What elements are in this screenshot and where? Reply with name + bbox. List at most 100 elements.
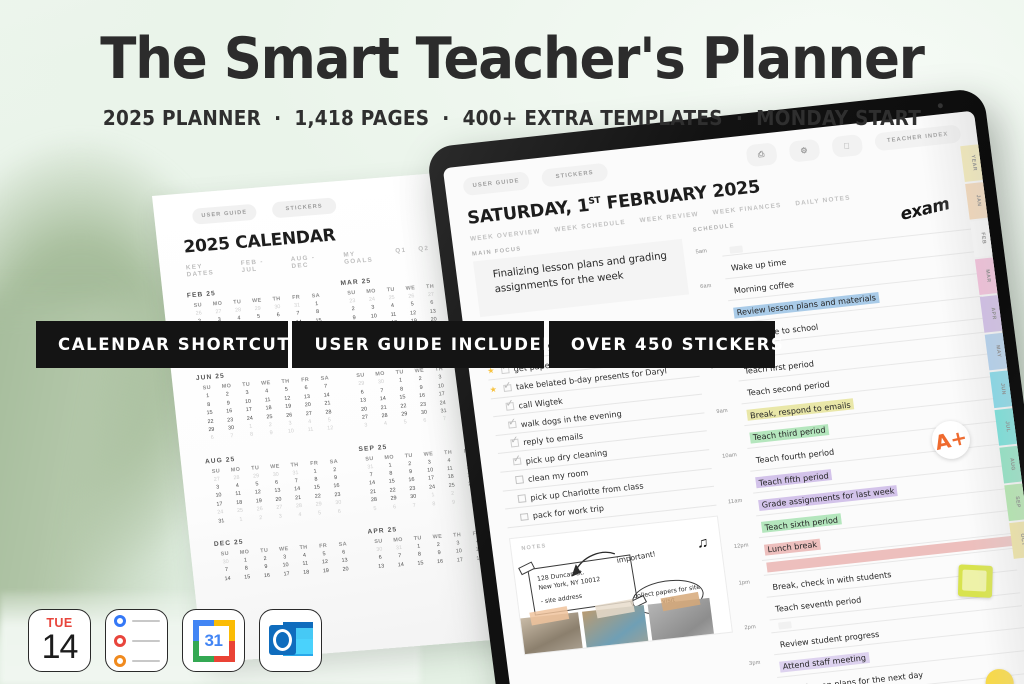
calendar-nav-item-1[interactable]: FEB - JUL (241, 257, 281, 274)
day-cell[interactable]: 2 (251, 514, 271, 522)
day-cell[interactable]: 6 (329, 508, 349, 516)
day-cell[interactable]: 30 (267, 303, 287, 311)
day-cell[interactable]: 30 (328, 499, 348, 507)
day-cell[interactable]: 2 (325, 466, 345, 474)
day-cell[interactable]: 12 (320, 425, 340, 433)
user-guide-button[interactable]: USER GUIDE (191, 203, 258, 225)
day-cell[interactable]: 11 (440, 465, 460, 473)
task-checkbox[interactable] (515, 475, 524, 485)
day-cell[interactable]: 31 (389, 544, 409, 552)
day-cell[interactable]: 7 (434, 416, 454, 424)
day-cell[interactable]: 2 (428, 541, 448, 549)
day-cell[interactable]: 7 (222, 433, 242, 441)
day-cell[interactable]: 20 (354, 405, 374, 413)
day-cell[interactable]: 24 (422, 483, 442, 491)
day-cell[interactable]: 26 (250, 506, 270, 514)
apple-calendar-icon[interactable]: TUE 14 (28, 609, 91, 672)
day-cell[interactable]: 18 (296, 569, 316, 577)
day-cell[interactable]: 22 (200, 418, 220, 426)
day-cell[interactable]: 7 (286, 478, 306, 486)
day-cell[interactable]: 2 (255, 555, 275, 563)
day-cell[interactable]: 5 (276, 386, 296, 394)
day-cell[interactable]: 7 (316, 383, 336, 391)
day-cell[interactable]: 9 (218, 399, 238, 407)
day-cell[interactable]: 8 (242, 431, 262, 439)
day-cell[interactable]: 1 (235, 557, 255, 565)
day-cell[interactable]: 17 (276, 570, 296, 578)
planner-nav-item-2[interactable]: WEEK REVIEW (639, 211, 699, 224)
day-cell[interactable]: 8 (424, 500, 444, 508)
day-cell[interactable]: 28 (375, 412, 395, 420)
day-cell[interactable]: 3 (237, 389, 257, 397)
day-cell[interactable]: 12 (315, 559, 335, 567)
day-cell[interactable]: 23 (342, 297, 362, 305)
day-cell[interactable]: 17 (209, 501, 229, 509)
planner-nav-item-0[interactable]: WEEK OVERVIEW (470, 228, 541, 243)
day-cell[interactable]: 5 (249, 313, 269, 321)
day-cell[interactable]: 16 (257, 572, 277, 580)
day-cell[interactable]: 9 (429, 550, 449, 558)
day-cell[interactable]: 23 (327, 491, 347, 499)
day-cell[interactable]: 9 (443, 499, 463, 507)
day-cell[interactable]: 22 (393, 402, 413, 410)
day-cell[interactable]: 1 (241, 423, 261, 431)
day-cell[interactable]: 1 (231, 516, 251, 524)
day-cell[interactable]: 2 (442, 490, 462, 498)
google-calendar-icon[interactable]: 31 (182, 609, 245, 672)
day-cell[interactable]: 31 (285, 469, 305, 477)
calendar-nav-item-2[interactable]: AUG - DEC (291, 253, 333, 270)
day-cell[interactable]: 11 (300, 426, 320, 434)
day-cell[interactable]: 12 (277, 395, 297, 403)
day-cell[interactable]: 13 (335, 557, 355, 565)
day-cell[interactable]: 5 (395, 419, 415, 427)
day-cell[interactable]: 9 (400, 468, 420, 476)
day-cell[interactable]: 16 (430, 558, 450, 566)
day-cell[interactable]: 6 (415, 417, 435, 425)
day-cell[interactable]: 29 (248, 305, 268, 313)
day-cell[interactable]: 8 (391, 385, 411, 393)
task-checkbox[interactable] (503, 383, 512, 393)
day-cell[interactable]: 28 (289, 503, 309, 511)
day-cell[interactable]: 19 (278, 403, 298, 411)
day-cell[interactable]: 26 (401, 293, 421, 301)
day-cell[interactable]: 6 (352, 389, 372, 397)
day-cell[interactable]: 18 (441, 474, 461, 482)
day-cell[interactable]: 3 (448, 540, 468, 548)
day-cell[interactable]: 5 (247, 481, 267, 489)
day-cell[interactable]: 31 (433, 407, 453, 415)
outlook-icon[interactable] (259, 609, 322, 672)
day-cell[interactable]: 24 (362, 296, 382, 304)
day-cell[interactable]: 29 (201, 426, 221, 434)
day-cell[interactable]: 20 (268, 496, 288, 504)
day-cell[interactable]: 9 (256, 564, 276, 572)
stickers-button[interactable]: STICKERS (271, 197, 337, 219)
day-cell[interactable]: 4 (257, 388, 277, 396)
user-guide-button[interactable]: USER GUIDE (462, 171, 531, 197)
day-cell[interactable]: 14 (217, 575, 237, 583)
day-cell[interactable]: 4 (382, 303, 402, 311)
day-cell[interactable]: 15 (307, 484, 327, 492)
star-icon[interactable]: ★ (489, 384, 499, 395)
day-cell[interactable]: 29 (351, 380, 371, 388)
day-cell[interactable]: 5 (309, 509, 329, 517)
day-cell[interactable]: 14 (287, 486, 307, 494)
day-cell[interactable]: 18 (258, 405, 278, 413)
day-cell[interactable]: 7 (390, 553, 410, 561)
day-cell[interactable]: 4 (294, 552, 314, 560)
day-cell[interactable]: 30 (403, 493, 423, 501)
day-cell[interactable]: 16 (219, 408, 239, 416)
day-cell[interactable]: 22 (308, 493, 328, 501)
day-cell[interactable]: 10 (431, 382, 451, 390)
day-cell[interactable]: 30 (216, 558, 236, 566)
day-cell[interactable]: 14 (362, 480, 382, 488)
day-cell[interactable]: 6 (202, 434, 222, 442)
calendar-nav-item-3[interactable]: MY GOALS (343, 249, 384, 266)
day-cell[interactable]: 11 (383, 311, 403, 319)
day-cell[interactable]: 28 (364, 497, 384, 505)
day-cell[interactable]: 11 (258, 396, 278, 404)
day-cell[interactable]: 29 (384, 495, 404, 503)
stickers-button[interactable]: STICKERS (540, 162, 609, 188)
day-cell[interactable]: 17 (421, 475, 441, 483)
day-cell[interactable]: 27 (207, 476, 227, 484)
day-cell[interactable]: 12 (248, 489, 268, 497)
